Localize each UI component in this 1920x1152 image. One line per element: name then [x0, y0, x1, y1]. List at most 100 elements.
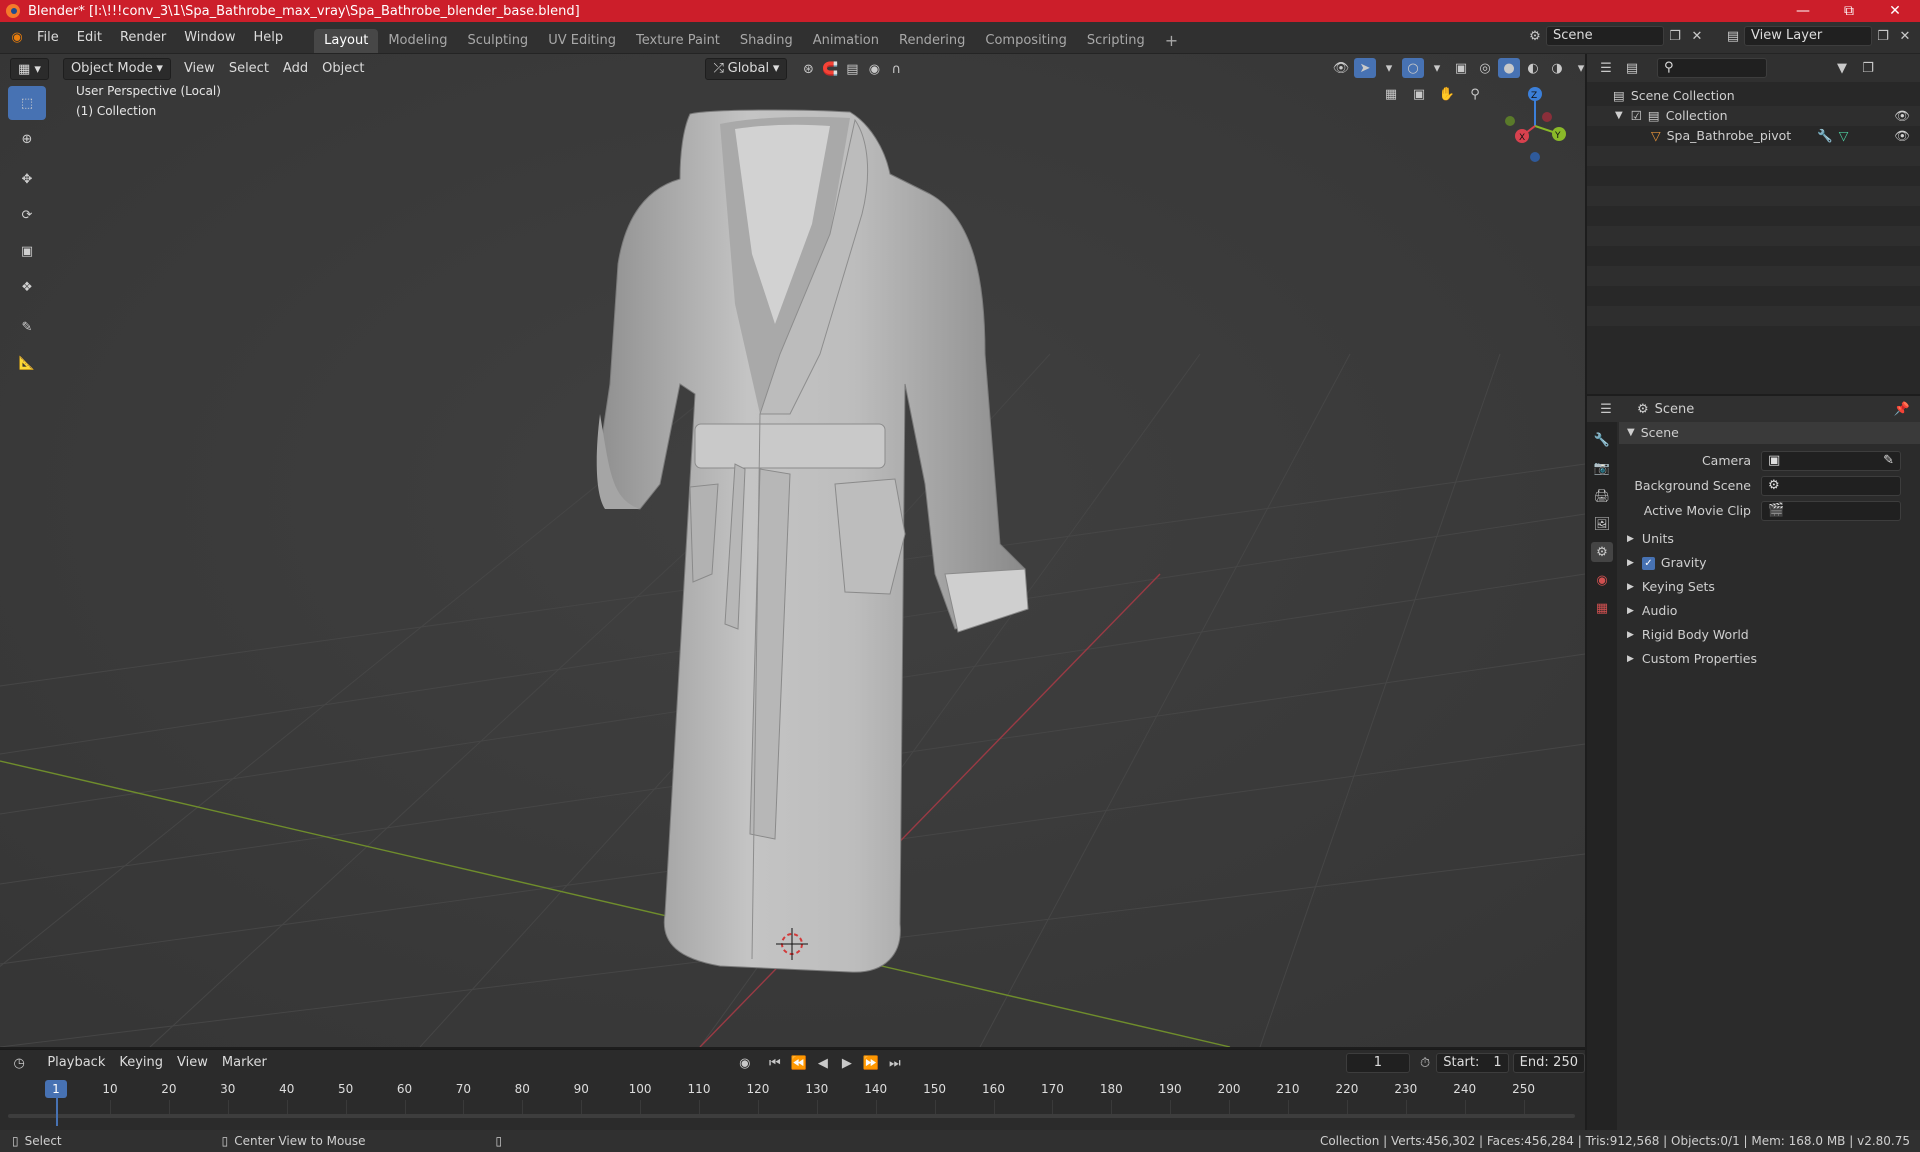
- expand-arrow-icon[interactable]: ▼: [1615, 106, 1623, 126]
- overlays-options-icon[interactable]: ▾: [1426, 58, 1448, 78]
- gravity-checkbox[interactable]: ✓: [1641, 556, 1655, 570]
- menu-keying[interactable]: Keying: [112, 1052, 170, 1074]
- audio-section[interactable]: ▶ Audio: [1619, 599, 1920, 623]
- units-section[interactable]: ▶ Units: [1619, 527, 1920, 551]
- start-frame-field[interactable]: Start: 1: [1436, 1053, 1509, 1073]
- cursor-tool-icon[interactable]: ⊕: [8, 122, 46, 156]
- next-keyframe-icon[interactable]: ⏩: [860, 1053, 882, 1073]
- overlays-toggle-icon[interactable]: ○: [1402, 58, 1424, 78]
- new-collection-icon[interactable]: ❐: [1857, 58, 1879, 78]
- collection-visibility-icon[interactable]: 👁: [1894, 106, 1910, 126]
- pivot-point-icon[interactable]: ⊛: [797, 59, 819, 79]
- scene-name-field[interactable]: Scene: [1546, 26, 1664, 46]
- move-tool-icon[interactable]: ✥: [8, 162, 46, 196]
- background-scene-field[interactable]: ⚙: [1761, 475, 1901, 496]
- gizmo-options-icon[interactable]: ▾: [1378, 58, 1400, 78]
- blender-menu-icon[interactable]: ◉: [6, 28, 28, 48]
- menu-add[interactable]: Add: [276, 58, 315, 80]
- filter-icon[interactable]: ▼: [1831, 58, 1853, 78]
- end-frame-field[interactable]: End: 250: [1512, 1053, 1585, 1073]
- texture-tab-icon[interactable]: ▦: [1591, 598, 1613, 618]
- play-reverse-icon[interactable]: ◀: [812, 1053, 834, 1073]
- 3d-viewport[interactable]: User Perspective (Local) (1) Collection …: [0, 54, 1585, 1047]
- orientation-dropdown[interactable]: ⤮ Global ▾: [705, 58, 788, 80]
- record-icon[interactable]: ◉: [734, 1053, 756, 1073]
- tool-tab-icon[interactable]: 🔧: [1591, 430, 1613, 450]
- snap-target-icon[interactable]: ▤: [841, 59, 863, 79]
- scene-icon[interactable]: ⚙: [1524, 26, 1546, 46]
- menu-window[interactable]: Window: [175, 27, 244, 49]
- menu-edit[interactable]: Edit: [68, 27, 111, 49]
- modifier-wrench-icon[interactable]: 🔧: [1817, 126, 1833, 146]
- material-shading-icon[interactable]: ◐: [1522, 58, 1544, 78]
- gizmo-toggle-icon[interactable]: ➤: [1354, 58, 1376, 78]
- menu-help[interactable]: Help: [245, 27, 293, 49]
- editor-type-icon[interactable]: ▦ ▾: [10, 58, 49, 80]
- tab-layout[interactable]: Layout: [314, 29, 379, 53]
- menu-playback[interactable]: Playback: [40, 1052, 112, 1074]
- camera-field[interactable]: ▣ ✎: [1761, 450, 1901, 471]
- outliner-object-row[interactable]: ▽ Spa_Bathrobe_pivot 🔧 ▽ 👁: [1587, 126, 1920, 146]
- prev-keyframe-icon[interactable]: ⏪: [788, 1053, 810, 1073]
- view-layer-tab-icon[interactable]: 🖼: [1591, 514, 1613, 534]
- current-frame-field[interactable]: 1: [1345, 1053, 1410, 1073]
- solid-shading-icon[interactable]: ●: [1498, 58, 1520, 78]
- menu-render[interactable]: Render: [111, 27, 175, 49]
- view-layer-field[interactable]: View Layer: [1744, 26, 1872, 46]
- outliner-editor-type-icon[interactable]: ☰: [1595, 58, 1617, 78]
- display-mode-icon[interactable]: ▤: [1621, 58, 1643, 78]
- keying-sets-section[interactable]: ▶ Keying Sets: [1619, 575, 1920, 599]
- menu-select[interactable]: Select: [222, 58, 276, 80]
- delete-scene-icon[interactable]: ✕: [1686, 26, 1708, 46]
- visibility-filter-icon[interactable]: 👁: [1330, 58, 1352, 78]
- delete-view-layer-icon[interactable]: ✕: [1894, 26, 1916, 46]
- wireframe-shading-icon[interactable]: ◎: [1474, 58, 1496, 78]
- menu-view[interactable]: View: [177, 58, 222, 80]
- tab-scripting[interactable]: Scripting: [1077, 29, 1155, 53]
- proportional-edit-icon[interactable]: ◉: [863, 59, 885, 79]
- navigation-gizmo[interactable]: Z Y X: [1490, 84, 1570, 164]
- jump-start-icon[interactable]: ⏮: [764, 1053, 786, 1073]
- scene-tab-icon[interactable]: ⚙: [1591, 542, 1613, 562]
- mode-dropdown[interactable]: Object Mode ▾: [62, 58, 171, 80]
- rigid-body-world-section[interactable]: ▶ Rigid Body World: [1619, 623, 1920, 647]
- falloff-icon[interactable]: ∩: [885, 59, 907, 79]
- mesh-data-icon[interactable]: ▽: [1839, 126, 1849, 146]
- object-visibility-icon[interactable]: 👁: [1894, 126, 1910, 146]
- view-layer-icon[interactable]: ▤: [1722, 26, 1744, 46]
- render-tab-icon[interactable]: 📷: [1591, 458, 1613, 478]
- world-tab-icon[interactable]: ◉: [1591, 570, 1613, 590]
- outliner-collection-row[interactable]: ▼ ☑ ▤ Collection 👁: [1587, 106, 1920, 126]
- output-tab-icon[interactable]: 🖨: [1591, 486, 1613, 506]
- rotate-tool-icon[interactable]: ⟳: [8, 198, 46, 232]
- menu-timeline-view[interactable]: View: [170, 1052, 215, 1074]
- tab-animation[interactable]: Animation: [803, 29, 889, 53]
- snap-icon[interactable]: 🧲: [819, 59, 841, 79]
- custom-properties-section[interactable]: ▶ Custom Properties: [1619, 647, 1920, 671]
- new-scene-icon[interactable]: ❐: [1664, 26, 1686, 46]
- select-box-tool-icon[interactable]: ⬚: [8, 86, 46, 120]
- outliner-scene-collection[interactable]: ▤ Scene Collection: [1587, 86, 1920, 106]
- annotate-tool-icon[interactable]: ✎: [8, 310, 46, 344]
- checkbox-icon[interactable]: ☑: [1631, 106, 1642, 126]
- menu-marker[interactable]: Marker: [215, 1052, 274, 1074]
- play-icon[interactable]: ▶: [836, 1053, 858, 1073]
- timeline-scrollbar[interactable]: [8, 1114, 1575, 1118]
- tab-texture-paint[interactable]: Texture Paint: [626, 29, 730, 53]
- timeline-ruler[interactable]: 1 10 20 30 40 50 60 70 80 90 100 110 120 130 140 150 16…: [0, 1076, 1585, 1131]
- zoom-icon[interactable]: ⚲: [1464, 84, 1486, 104]
- tab-uv-editing[interactable]: UV Editing: [538, 29, 626, 53]
- scene-panel-header[interactable]: ▼ Scene: [1619, 422, 1920, 444]
- pan-hand-icon[interactable]: ✋: [1436, 84, 1458, 104]
- gravity-section[interactable]: ▶ ✓ Gravity: [1619, 551, 1920, 575]
- tab-compositing[interactable]: Compositing: [975, 29, 1077, 53]
- playhead[interactable]: 1: [45, 1080, 67, 1098]
- menu-file[interactable]: File: [28, 27, 68, 49]
- properties-editor-type-icon[interactable]: ☰: [1595, 399, 1617, 419]
- outliner-search-input[interactable]: ⚲: [1657, 58, 1767, 78]
- timeline-editor-type-icon[interactable]: ◷: [10, 1053, 28, 1073]
- tab-sculpting[interactable]: Sculpting: [457, 29, 538, 53]
- camera-view-icon[interactable]: ▣: [1408, 84, 1430, 104]
- minimize-button[interactable]: —: [1780, 0, 1826, 22]
- new-view-layer-icon[interactable]: ❐: [1872, 26, 1894, 46]
